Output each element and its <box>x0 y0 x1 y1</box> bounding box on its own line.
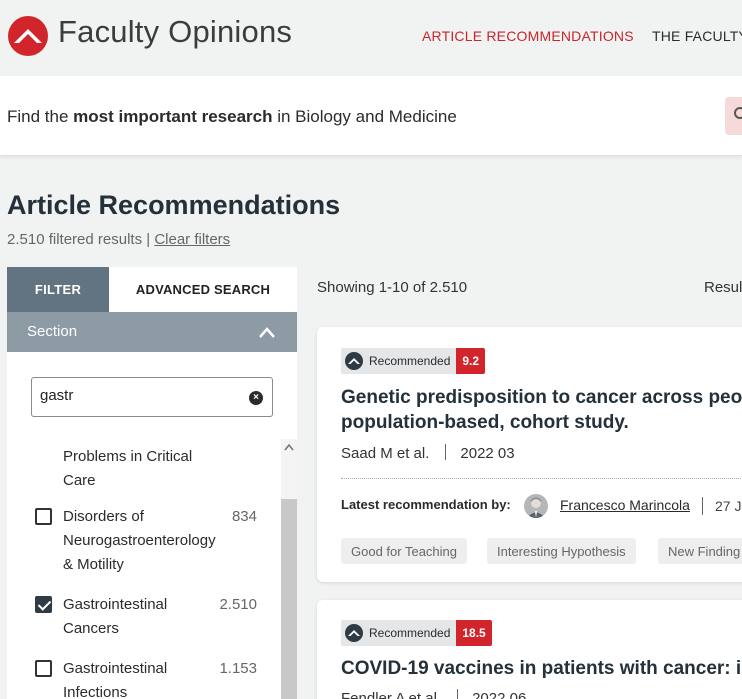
recommended-label-box: Recommended <box>341 348 457 374</box>
tagline-suffix: in Biology and Medicine <box>272 107 457 126</box>
option-label: Problems in Critical Care <box>63 448 193 489</box>
article-authors: Fendler A et al. <box>341 690 442 699</box>
results-summary: 2.510 filtered results | Clear filters <box>7 231 230 248</box>
scrollbar-thumb[interactable] <box>281 499 297 699</box>
tagline-bold: most important research <box>73 107 273 126</box>
recommendation-score: 9.2 <box>456 348 486 374</box>
option-label: Gastrointestinal Infections <box>63 660 168 699</box>
meta-divider <box>445 444 447 460</box>
tagline-prefix: Find the <box>7 107 74 126</box>
recommendation-score: 18.5 <box>456 620 492 646</box>
meta-divider <box>702 497 703 515</box>
article-date: 2022 06 <box>472 690 527 699</box>
filter-panel: FILTER ADVANCED SEARCH Section × Problem… <box>7 267 297 699</box>
article-card: Recommended 18.5 COVID-19 vaccines in pa… <box>317 600 742 699</box>
top-header: Faculty Opinions ARTICLE RECOMMENDATIONS… <box>0 0 742 76</box>
section-options-list: Problems in Critical Care Disorders of N… <box>7 439 279 699</box>
tagline: Find the most important research in Biol… <box>7 107 457 127</box>
scroll-up-arrow-icon[interactable] <box>284 443 294 451</box>
tag-new-finding[interactable]: New Finding <box>658 538 742 564</box>
chevron-up-icon <box>259 327 275 338</box>
option-checkbox-checked[interactable] <box>35 596 52 613</box>
tag-interesting-hypothesis[interactable]: Interesting Hypothesis <box>487 538 636 564</box>
recommendation-date-text: 27 J <box>715 498 742 514</box>
option-count: 834 <box>231 508 257 525</box>
option-label: Gastrointestinal Cancers <box>63 596 168 637</box>
options-scrollbar[interactable] <box>281 439 297 699</box>
nav-article-recommendations[interactable]: ARTICLE RECOMMENDATIONS <box>422 28 634 44</box>
tag-good-for-teaching[interactable]: Good for Teaching <box>341 538 467 564</box>
latest-recommendation-label: Latest recommendation by: <box>341 497 511 512</box>
section-label: Section <box>27 323 78 340</box>
person-avatar-icon <box>527 497 545 518</box>
recommended-label-box: Recommended <box>341 620 457 646</box>
search-button[interactable] <box>725 97 742 135</box>
filtered-results-count: 2.510 filtered results | <box>7 231 151 248</box>
meta-divider <box>457 689 459 699</box>
option-checkbox[interactable] <box>35 508 52 525</box>
section-filter-input[interactable] <box>40 387 240 404</box>
avatar[interactable] <box>524 494 548 518</box>
recommended-label: Recommended <box>369 354 451 368</box>
option-count: 1.153 <box>219 660 257 677</box>
recommended-badge: Recommended 9.2 <box>341 348 486 374</box>
showing-range: Showing 1-10 of 2.510 <box>317 279 468 296</box>
recommendation-date: 27 J <box>702 497 741 515</box>
search-icon <box>734 107 742 119</box>
recommended-label: Recommended <box>369 626 451 640</box>
option-label: Disorders of Neurogastroenterology & Mot… <box>63 508 216 573</box>
article-meta: Saad M et al. 2022 03 <box>341 444 515 462</box>
results-per-page-label: Resul <box>704 279 742 296</box>
option-checkbox[interactable] <box>35 660 52 677</box>
faculty-opinions-badge-icon <box>345 352 363 370</box>
article-date: 2022 03 <box>460 445 515 462</box>
faculty-opinions-badge-icon <box>345 624 363 642</box>
page-title: Article Recommendations <box>7 190 341 220</box>
article-title-line: Genetic predisposition to cancer across … <box>341 387 742 408</box>
article-title-line: COVID-19 vaccines in patients with cance… <box>341 658 742 679</box>
section-filter-field: × <box>31 377 273 417</box>
brand-name[interactable]: Faculty Opinions <box>58 14 292 50</box>
card-divider <box>341 478 742 479</box>
article-card: Recommended 9.2 Genetic predisposition t… <box>317 327 742 582</box>
clear-filters-link[interactable]: Clear filters <box>154 231 230 248</box>
faculty-opinions-logo-icon[interactable] <box>8 16 48 56</box>
option-count: 2.510 <box>219 596 257 613</box>
tab-filter[interactable]: FILTER <box>7 267 109 312</box>
recommended-badge: Recommended 18.5 <box>341 620 492 646</box>
article-title[interactable]: COVID-19 vaccines in patients with cance… <box>341 656 742 681</box>
clear-input-icon[interactable]: × <box>249 391 263 405</box>
nav-the-faculty[interactable]: THE FACULTY <box>652 28 742 44</box>
article-authors: Saad M et al. <box>341 445 430 462</box>
article-meta: Fendler A et al. 2022 06 <box>341 689 526 699</box>
tab-advanced-search[interactable]: ADVANCED SEARCH <box>109 267 297 312</box>
section-accordion-header[interactable]: Section <box>7 312 297 352</box>
search-strip: Find the most important research in Biol… <box>0 76 742 156</box>
article-title[interactable]: Genetic predisposition to cancer across … <box>341 385 742 435</box>
recommender-name-link[interactable]: Francesco Marincola <box>560 497 690 513</box>
article-title-line: population-based, cohort study. <box>341 412 629 433</box>
